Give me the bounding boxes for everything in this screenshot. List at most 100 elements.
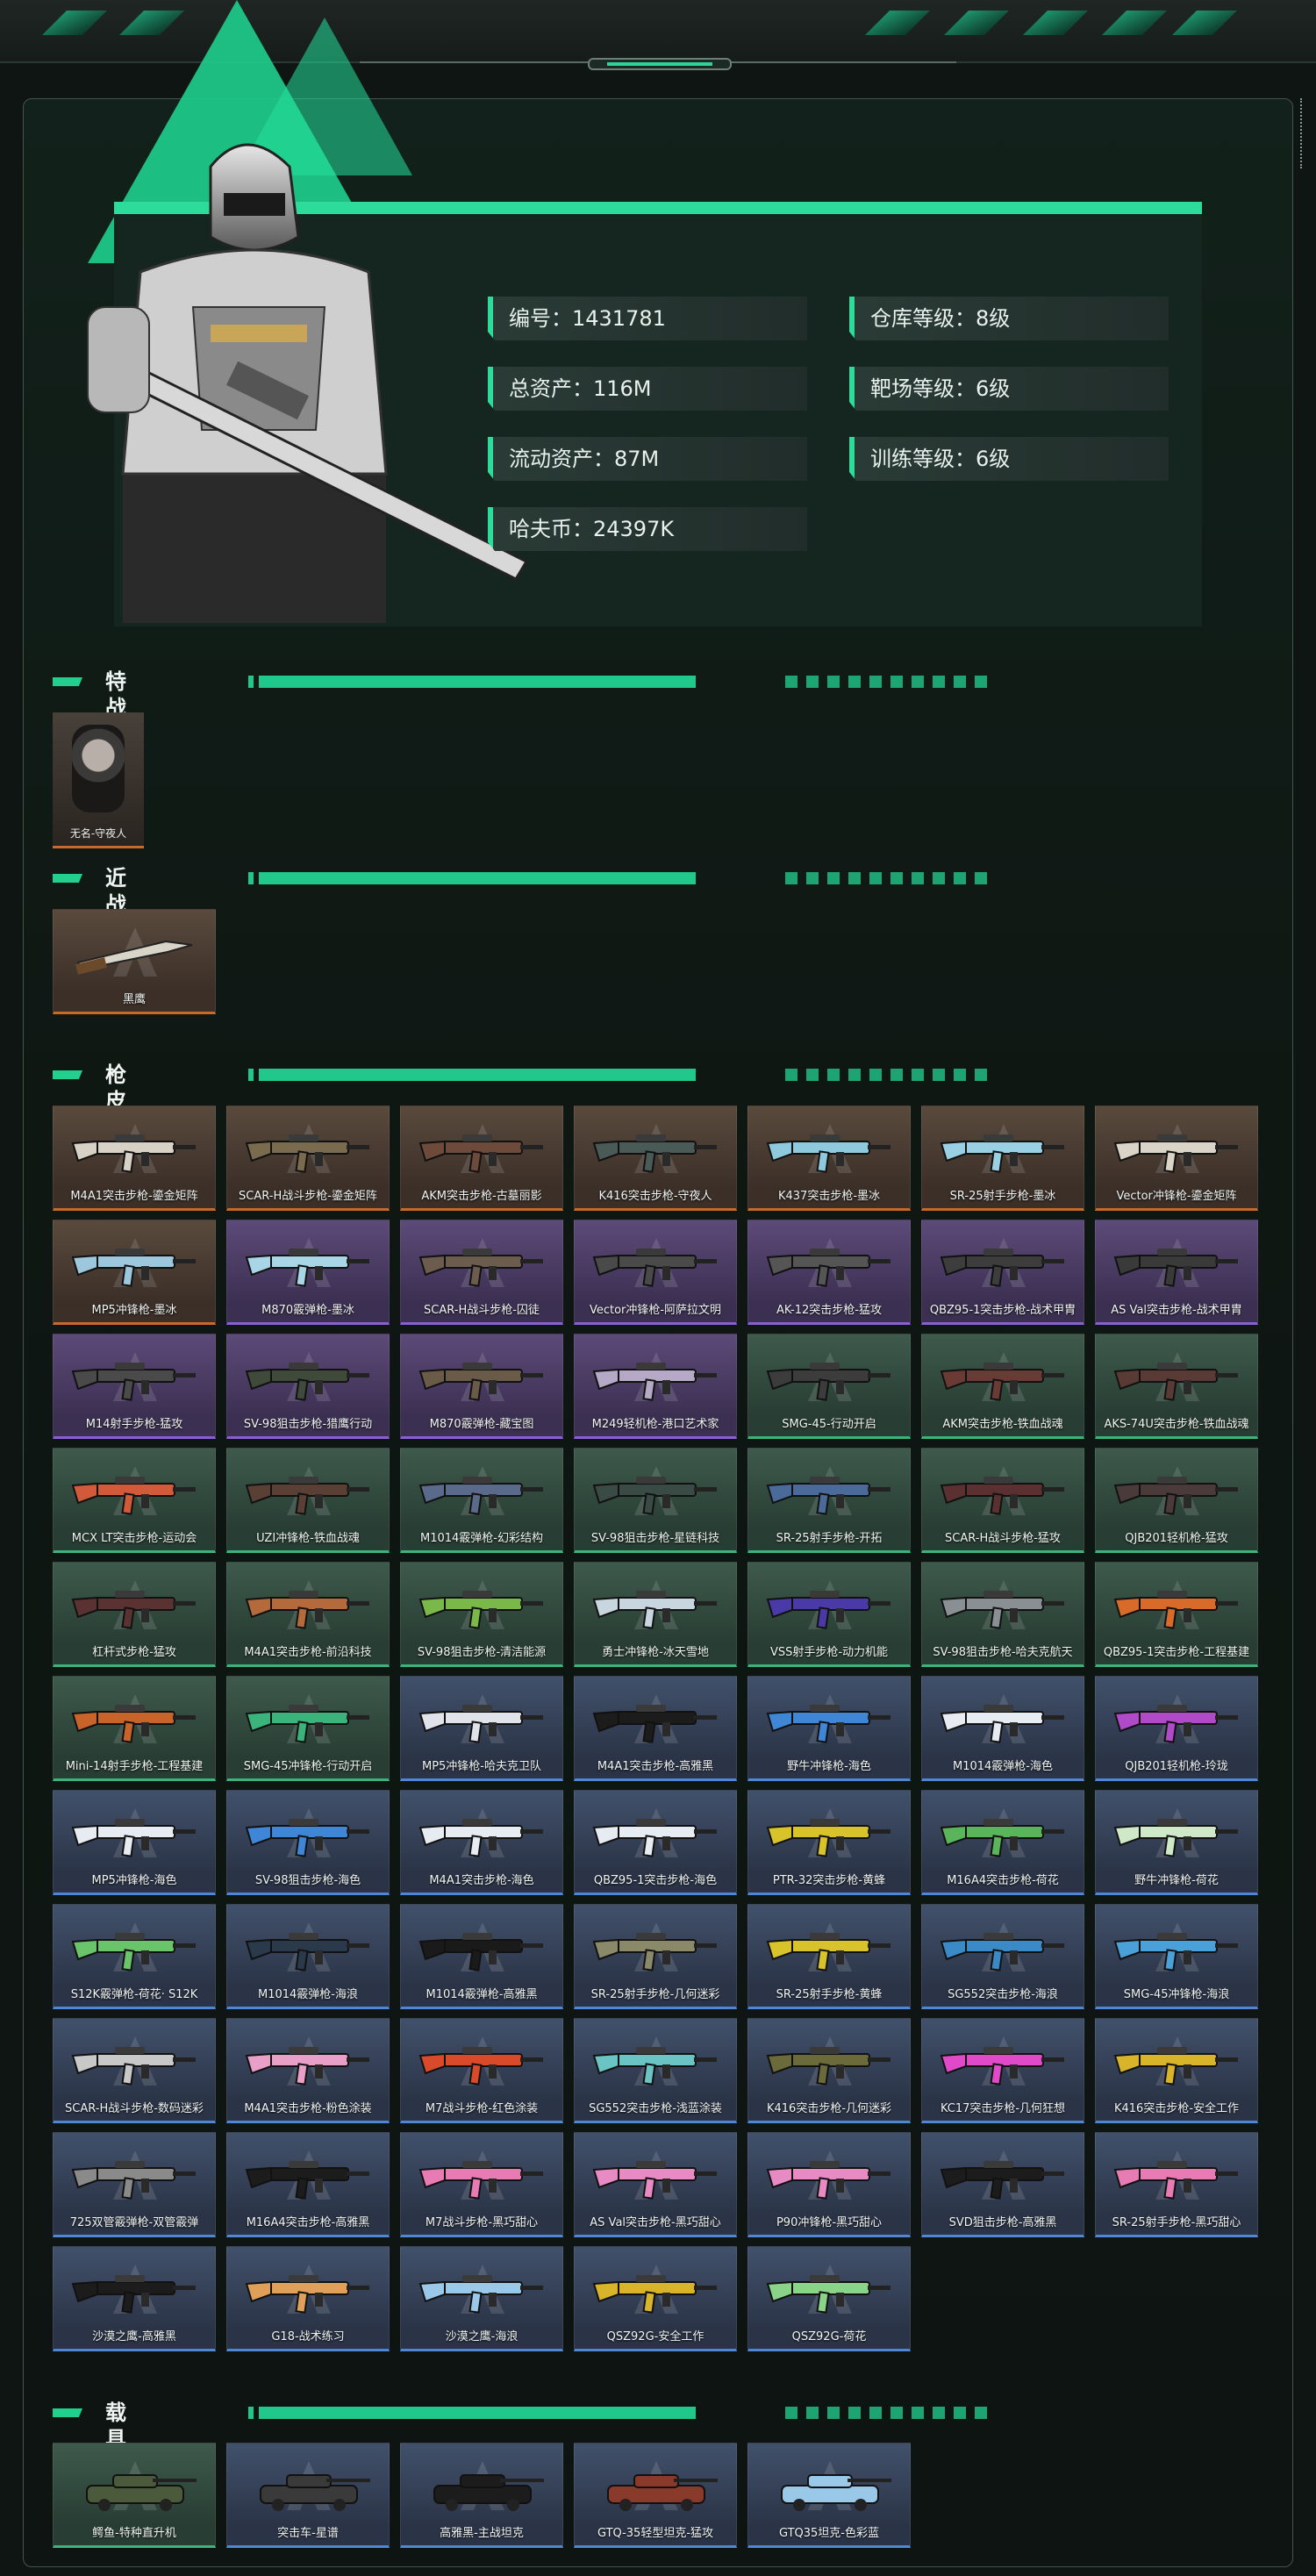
gun-skin-card[interactable]: SV-98狙击步枪-清洁能源 bbox=[400, 1562, 563, 1667]
gun-skin-card[interactable]: SMG-45冲锋枪-行动开启 bbox=[226, 1676, 390, 1781]
gun-skin-card[interactable]: SCAR-H战斗步枪-数码迷彩 bbox=[53, 2018, 216, 2123]
vehicle-card[interactable]: 突击车-星谱 bbox=[226, 2443, 390, 2548]
gun-skin-card[interactable]: M4A1突击步枪-高雅黑 bbox=[574, 1676, 737, 1781]
section-divider bbox=[248, 1069, 987, 1081]
gun-skin-card[interactable]: M1014霰弹枪-海浪 bbox=[226, 1904, 390, 2009]
gun-skin-card[interactable]: AK-12突击步枪-猛攻 bbox=[747, 1220, 911, 1325]
section-divider bbox=[248, 676, 987, 688]
gun-skin-card[interactable]: M4A1突击步枪-粉色涂装 bbox=[226, 2018, 390, 2123]
weapon-icon bbox=[1113, 1819, 1238, 1857]
gun-skin-card[interactable]: M1014霰弹枪-海色 bbox=[921, 1676, 1084, 1781]
gun-skin-card[interactable]: 野牛冲锋枪-荷花 bbox=[1095, 1790, 1258, 1895]
gun-skin-card[interactable]: K416突击步枪-安全工作 bbox=[1095, 2018, 1258, 2123]
gun-skin-card[interactable]: SV-98狙击步枪-哈夫克航天 bbox=[921, 1562, 1084, 1667]
gun-skin-card[interactable]: SV-98狙击步枪-海色 bbox=[226, 1790, 390, 1895]
gun-skin-card[interactable]: QSZ92G-荷花 bbox=[747, 2246, 911, 2351]
gun-skin-card[interactable]: M4A1突击步枪-鎏金矩阵 bbox=[53, 1106, 216, 1211]
gun-skin-card[interactable]: SR-25射手步枪-黑巧甜心 bbox=[1095, 2132, 1258, 2237]
gun-skin-card[interactable]: AS Val突击步枪-战术甲胄 bbox=[1095, 1220, 1258, 1325]
gun-skin-card[interactable]: QJB201轻机枪-玲珑 bbox=[1095, 1676, 1258, 1781]
gun-skin-card[interactable]: SR-25射手步枪-墨冰 bbox=[921, 1106, 1084, 1211]
gun-skin-card[interactable]: MP5冲锋枪-海色 bbox=[53, 1790, 216, 1895]
gun-skin-card[interactable]: M249轻机枪-港口艺术家 bbox=[574, 1334, 737, 1439]
gun-skin-card[interactable]: QBZ95-1突击步枪-工程基建 bbox=[1095, 1562, 1258, 1667]
gun-skin-card[interactable]: KC17突击步枪-几何狂想 bbox=[921, 2018, 1084, 2123]
gun-skin-card[interactable]: MP5冲锋枪-墨冰 bbox=[53, 1220, 216, 1325]
gun-skin-card[interactable]: K416突击步枪-几何迷彩 bbox=[747, 2018, 911, 2123]
range-level: 靶场等级：6级 bbox=[849, 367, 1169, 411]
gun-skin-card[interactable]: 勇士冲锋枪-冰天雪地 bbox=[574, 1562, 737, 1667]
gun-skin-card[interactable]: AKM突击步枪-铁血战魂 bbox=[921, 1334, 1084, 1439]
gun-skin-card[interactable]: SMG-45-行动开启 bbox=[747, 1334, 911, 1439]
weapon-icon bbox=[592, 1705, 717, 1743]
weapon-icon bbox=[418, 1705, 543, 1743]
vehicle-card[interactable]: GTQ35坦克-色彩蓝 bbox=[747, 2443, 911, 2548]
vehicle-card[interactable]: GTQ-35轻型坦克-猛攻 bbox=[574, 2443, 737, 2548]
gun-skin-card[interactable]: AS Val突击步枪-黑巧甜心 bbox=[574, 2132, 737, 2237]
gun-skin-card[interactable]: 沙漠之鹰-海浪 bbox=[400, 2246, 563, 2351]
gun-skin-card[interactable]: Mini-14射手步枪-工程基建 bbox=[53, 1676, 216, 1781]
gun-skin-card[interactable]: SVD狙击步枪-高雅黑 bbox=[921, 2132, 1084, 2237]
item-name: SV-98狙击步枪-清洁能源 bbox=[417, 1646, 547, 1659]
gun-skin-card[interactable]: S12K霰弹枪-荷花· S12K bbox=[53, 1904, 216, 2009]
gun-skin-card[interactable]: SR-25射手步枪-开拓 bbox=[747, 1448, 911, 1553]
gun-skin-card[interactable]: SMG-45冲锋枪-海浪 bbox=[1095, 1904, 1258, 2009]
gun-skin-card[interactable]: M870霰弹枪-墨冰 bbox=[226, 1220, 390, 1325]
gun-skin-card[interactable]: M1014霰弹枪-高雅黑 bbox=[400, 1904, 563, 2009]
gun-skin-card[interactable]: 野牛冲锋枪-海色 bbox=[747, 1676, 911, 1781]
gun-skin-card[interactable]: SV-98狙击步枪-星链科技 bbox=[574, 1448, 737, 1553]
gun-skin-card[interactable]: QJB201轻机枪-猛攻 bbox=[1095, 1448, 1258, 1553]
gun-skin-card[interactable]: G18-战术练习 bbox=[226, 2246, 390, 2351]
gun-skin-card[interactable]: SCAR-H战斗步枪-囚徒 bbox=[400, 1220, 563, 1325]
gun-skin-card[interactable]: Vector冲锋枪-鎏金矩阵 bbox=[1095, 1106, 1258, 1211]
gun-skin-card[interactable]: M870霰弹枪-藏宝图 bbox=[400, 1334, 563, 1439]
melee-card[interactable]: 黑鹰 bbox=[53, 909, 216, 1014]
gun-skin-card[interactable]: PTR-32突击步枪-黄蜂 bbox=[747, 1790, 911, 1895]
weapon-icon bbox=[940, 1819, 1064, 1857]
gun-skin-card[interactable]: K437突击步枪-墨冰 bbox=[747, 1106, 911, 1211]
gun-skin-card[interactable]: MP5冲锋枪-哈夫克卫队 bbox=[400, 1676, 563, 1781]
gun-skin-card[interactable]: M1014霰弹枪-幻彩结构 bbox=[400, 1448, 563, 1553]
item-name: SR-25射手步枪-几何迷彩 bbox=[590, 1988, 720, 2001]
gun-skin-card[interactable]: P90冲锋枪-黑巧甜心 bbox=[747, 2132, 911, 2237]
weapon-icon bbox=[766, 1705, 890, 1743]
gun-skin-card[interactable]: M7战斗步枪-红色涂装 bbox=[400, 2018, 563, 2123]
item-name: M249轻机枪-港口艺术家 bbox=[591, 1418, 719, 1431]
gun-skin-card[interactable]: M14射手步枪-猛攻 bbox=[53, 1334, 216, 1439]
gun-skin-card[interactable]: M16A4突击步枪-高雅黑 bbox=[226, 2132, 390, 2237]
gun-skin-card[interactable]: M7战斗步枪-黑巧甜心 bbox=[400, 2132, 563, 2237]
gun-skin-card[interactable]: SG552突击步枪-海浪 bbox=[921, 1904, 1084, 2009]
gun-skin-card[interactable]: Vector冲锋枪-阿萨拉文明 bbox=[574, 1220, 737, 1325]
section-tag-icon bbox=[53, 1070, 82, 1079]
weapon-icon bbox=[592, 1477, 717, 1515]
gun-skin-card[interactable]: M4A1突击步枪-前沿科技 bbox=[226, 1562, 390, 1667]
gun-skin-card[interactable]: UZI冲锋枪-铁血战魂 bbox=[226, 1448, 390, 1553]
gun-skin-card[interactable]: VSS射手步枪-动力机能 bbox=[747, 1562, 911, 1667]
gun-skin-card[interactable]: SV-98狙击步枪-猎鹰行动 bbox=[226, 1334, 390, 1439]
gun-skin-card[interactable]: 沙漠之鹰-高雅黑 bbox=[53, 2246, 216, 2351]
gun-skin-card[interactable]: SCAR-H战斗步枪-猛攻 bbox=[921, 1448, 1084, 1553]
gun-skin-card[interactable]: SCAR-H战斗步枪-鎏金矩阵 bbox=[226, 1106, 390, 1211]
gun-skin-card[interactable]: M4A1突击步枪-海色 bbox=[400, 1790, 563, 1895]
gun-skin-card[interactable]: SG552突击步枪-浅蓝涂装 bbox=[574, 2018, 737, 2123]
vehicle-card[interactable]: 鳄鱼-特种直升机 bbox=[53, 2443, 216, 2548]
gun-skin-card[interactable]: SR-25射手步枪-黄蜂 bbox=[747, 1904, 911, 2009]
gun-skin-card[interactable]: QBZ95-1突击步枪-海色 bbox=[574, 1790, 737, 1895]
gun-skin-card[interactable]: 杠杆式步枪-猛攻 bbox=[53, 1562, 216, 1667]
gun-skin-card[interactable]: K416突击步枪-守夜人 bbox=[574, 1106, 737, 1211]
gun-skin-card[interactable]: MCX LT突击步枪-运动会 bbox=[53, 1448, 216, 1553]
gun-skin-card[interactable]: M16A4突击步枪-荷花 bbox=[921, 1790, 1084, 1895]
gun-skin-card[interactable]: 725双管霰弹枪-双管霰弹 bbox=[53, 2132, 216, 2237]
gun-skin-card[interactable]: AKM突击步枪-古墓丽影 bbox=[400, 1106, 563, 1211]
scrollbar[interactable] bbox=[1300, 98, 1307, 168]
vehicle-card[interactable]: 高雅黑-主战坦克 bbox=[400, 2443, 563, 2548]
agent-card[interactable]: 无名-守夜人 bbox=[53, 712, 144, 848]
gun-skin-card[interactable]: QBZ95-1突击步枪-战术甲胄 bbox=[921, 1220, 1084, 1325]
weapon-icon bbox=[71, 1249, 196, 1287]
gun-skin-card[interactable]: AKS-74U突击步枪-铁血战魂 bbox=[1095, 1334, 1258, 1439]
training-level: 训练等级：6级 bbox=[849, 437, 1169, 481]
weapon-icon bbox=[245, 1705, 369, 1743]
gun-skin-card[interactable]: SR-25射手步枪-几何迷彩 bbox=[574, 1904, 737, 2009]
gun-skin-card[interactable]: QSZ92G-安全工作 bbox=[574, 2246, 737, 2351]
item-name: M4A1突击步枪-前沿科技 bbox=[244, 1646, 372, 1659]
